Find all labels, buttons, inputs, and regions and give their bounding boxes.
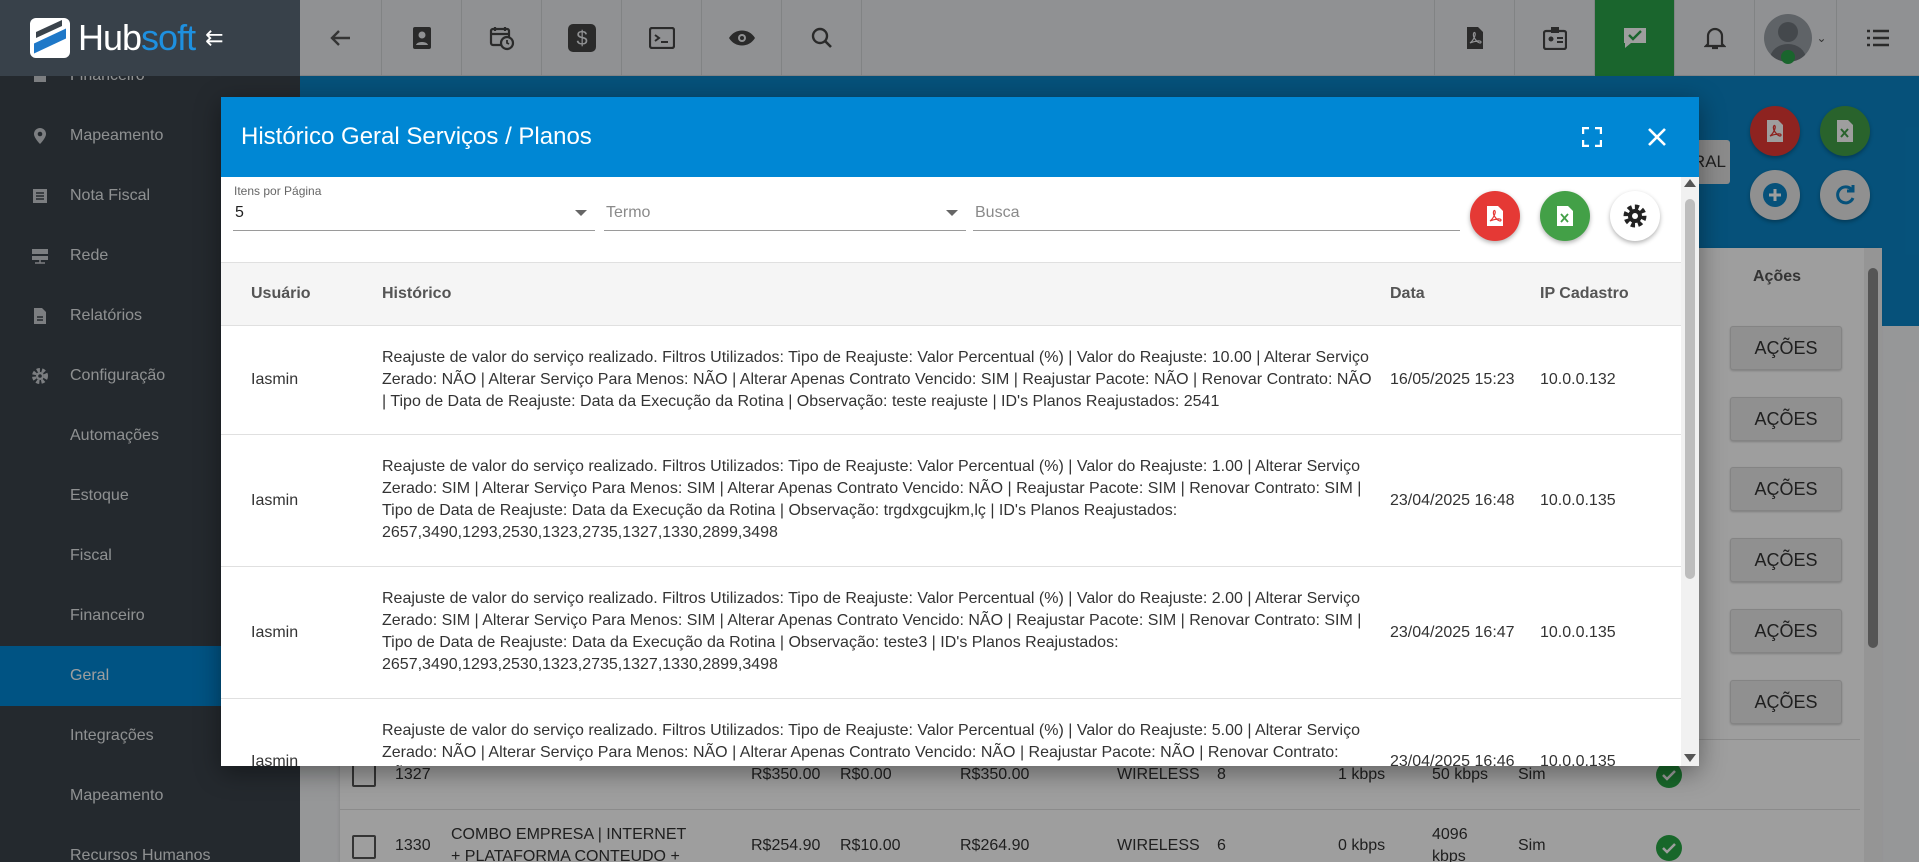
modal-scrollbar[interactable] <box>1681 177 1699 766</box>
row-data: 23/04/2025 16:47 <box>1390 623 1515 641</box>
close-icon <box>1648 128 1666 146</box>
itens-por-pagina-value: 5 <box>235 204 244 221</box>
export-pdf-button[interactable] <box>1470 191 1520 241</box>
table-row: Iasmin Reajuste de valor do serviço real… <box>221 699 1681 766</box>
collapse-menu-icon[interactable]: ⇇ <box>205 25 223 51</box>
row-historico: Reajuste de valor do serviço realizado. … <box>382 349 1372 410</box>
row-historico: Reajuste de valor do serviço realizado. … <box>382 722 1360 761</box>
row-ip: 10.0.0.135 <box>1540 623 1616 641</box>
col-data[interactable]: Data <box>1390 285 1425 303</box>
row-data: 16/05/2025 15:23 <box>1390 371 1515 388</box>
col-ip-cadastro[interactable]: IP Cadastro <box>1540 285 1629 303</box>
logo-bar: Hubsoft ⇇ <box>0 0 300 76</box>
row-historico: Reajuste de valor do serviço realizado. … <box>382 458 1362 541</box>
busca-placeholder: Busca <box>975 204 1020 221</box>
close-button[interactable] <box>1637 117 1677 157</box>
table-row: Iasmin Reajuste de valor do serviço real… <box>221 435 1681 567</box>
gear-icon <box>1623 204 1647 228</box>
row-data: 23/04/2025 16:48 <box>1390 491 1515 509</box>
row-usuario: Iasmin <box>251 623 299 641</box>
fullscreen-icon <box>1582 127 1602 147</box>
scroll-down-arrow-icon[interactable] <box>1684 754 1696 762</box>
table-row: Iasmin Reajuste de valor do serviço real… <box>221 567 1681 699</box>
table-header: Usuário Histórico Data IP Cadastro <box>221 262 1681 326</box>
logo-soft: soft <box>141 17 196 58</box>
row-ip: 10.0.0.135 <box>1540 491 1616 509</box>
historico-table: Usuário Histórico Data IP Cadastro Iasmi… <box>221 262 1681 766</box>
row-usuario: Iasmin <box>251 753 299 766</box>
itens-por-pagina-label: Itens por Página <box>234 184 322 198</box>
modal-header: Histórico Geral Serviços / Planos <box>221 97 1699 177</box>
logo-hub: Hub <box>78 17 142 58</box>
table-row: Iasmin Reajuste de valor do serviço real… <box>221 326 1681 435</box>
export-excel-button[interactable] <box>1540 191 1590 241</box>
busca-input[interactable]: Busca <box>973 197 1460 231</box>
row-historico: Reajuste de valor do serviço realizado. … <box>382 590 1362 673</box>
row-usuario: Iasmin <box>251 491 299 509</box>
filters-bar: Itens por Página 5 Termo Busca <box>221 177 1681 261</box>
col-usuario[interactable]: Usuário <box>251 285 311 303</box>
fullscreen-button[interactable] <box>1572 117 1612 157</box>
dropdown-arrow-icon <box>946 210 958 216</box>
row-usuario: Iasmin <box>251 371 299 388</box>
settings-button[interactable] <box>1610 191 1660 241</box>
row-data: 23/04/2025 16:46 <box>1390 753 1515 766</box>
hubsoft-logo-icon <box>30 18 70 58</box>
row-ip: 10.0.0.135 <box>1540 753 1616 766</box>
hubsoft-logo: Hubsoft <box>78 17 196 59</box>
excel-icon <box>1557 206 1573 226</box>
termo-select[interactable]: Termo <box>604 197 966 231</box>
pdf-icon <box>1487 206 1503 226</box>
col-historico[interactable]: Histórico <box>382 285 451 303</box>
historico-modal: Histórico Geral Serviços / Planos Itens … <box>221 97 1699 766</box>
scroll-up-arrow-icon[interactable] <box>1684 179 1696 187</box>
row-ip: 10.0.0.132 <box>1540 371 1616 388</box>
termo-placeholder: Termo <box>606 204 651 221</box>
scroll-thumb[interactable] <box>1685 199 1695 579</box>
modal-title: Histórico Geral Serviços / Planos <box>241 123 592 150</box>
dropdown-arrow-icon <box>575 210 587 216</box>
itens-por-pagina-select[interactable]: 5 <box>233 197 595 231</box>
